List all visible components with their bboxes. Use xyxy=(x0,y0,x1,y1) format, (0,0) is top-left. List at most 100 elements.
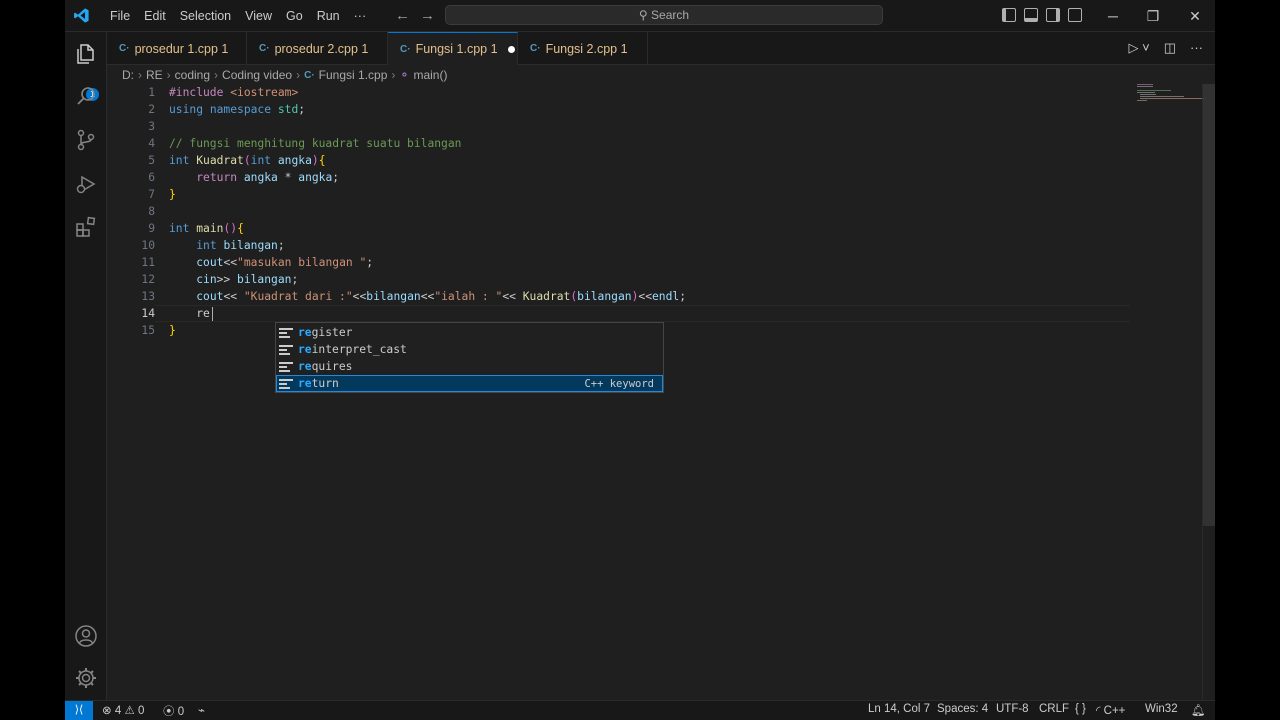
breadcrumb-item[interactable]: Fungsi 1.cpp xyxy=(319,68,388,82)
cursor-position[interactable]: Ln 14, Col 7 xyxy=(868,703,930,715)
keyword-icon xyxy=(279,344,293,355)
title-bar: File Edit Selection View Go Run ··· ←→ ⚲… xyxy=(65,0,1215,32)
command-center-search[interactable]: ⚲ Search xyxy=(445,5,883,25)
customize-layout-icon[interactable] xyxy=(1068,8,1082,22)
breadcrumb-item[interactable]: Coding video xyxy=(222,68,292,82)
broadcast-icon: ⦿ xyxy=(163,706,175,718)
keyword-icon xyxy=(279,361,293,372)
toggle-panel-icon[interactable] xyxy=(1024,8,1038,22)
vertical-scrollbar[interactable] xyxy=(1203,84,1215,526)
end-of-line[interactable]: CRLF xyxy=(1039,703,1069,715)
suggestion-item[interactable]: requires xyxy=(276,358,663,375)
menu-more[interactable]: ··· xyxy=(347,9,374,23)
line-number: 14 xyxy=(141,307,155,320)
menu-selection[interactable]: Selection xyxy=(173,9,238,23)
vscode-window: File Edit Selection View Go Run ··· ←→ ⚲… xyxy=(65,0,1215,720)
menu-view[interactable]: View xyxy=(238,9,279,23)
cpp-file-icon: C· xyxy=(119,43,130,54)
search-label: Search xyxy=(651,8,690,22)
nav-arrows: ←→ xyxy=(395,7,445,24)
live-share-icon[interactable]: ⌁ xyxy=(198,703,205,717)
keyword-icon xyxy=(279,378,293,389)
code-line: int main(){ xyxy=(169,222,244,235)
code-line: cin>> bilangan; xyxy=(196,273,299,286)
line-number: 15 xyxy=(141,324,155,337)
accounts-icon[interactable] xyxy=(74,624,98,648)
tab-prosedur-1[interactable]: C· prosedur 1.cpp 1 xyxy=(107,32,247,65)
tab-label: Fungsi 1.cpp 1 xyxy=(415,42,498,56)
encoding[interactable]: UTF-8 xyxy=(996,703,1029,715)
run-and-debug-icon[interactable] xyxy=(74,172,98,196)
extensions-icon[interactable] xyxy=(74,215,98,239)
tab-label: Fungsi 2.cpp 1 xyxy=(545,41,628,56)
unsaved-dot-icon[interactable] xyxy=(507,45,515,53)
run-file-icon[interactable]: ▷ ˅ xyxy=(1129,40,1150,56)
error-count: 4 xyxy=(114,705,122,717)
cpp-file-icon: C· xyxy=(304,69,315,81)
search-icon: ⚲ xyxy=(638,8,648,22)
current-line-highlight xyxy=(155,305,1130,322)
chevron-right-icon: › xyxy=(296,68,301,82)
language-mode[interactable]: ◜ C++ xyxy=(1096,703,1125,717)
editor-actions: ▷ ˅ ◫ ··· xyxy=(1129,40,1204,56)
problems-indicator[interactable]: ⊗ 4 ⚠ 0 xyxy=(102,703,144,717)
line-number: 4 xyxy=(148,137,155,150)
code-line: re xyxy=(169,307,210,320)
menu-run[interactable]: Run xyxy=(310,9,347,23)
tab-fungsi-1[interactable]: C· Fungsi 1.cpp 1 xyxy=(388,32,518,65)
notifications-bell-icon[interactable]: 🔔︎ xyxy=(1191,703,1206,717)
menu-go[interactable]: Go xyxy=(279,9,310,23)
line-number: 10 xyxy=(141,239,155,252)
forward-arrow-icon[interactable]: → xyxy=(420,7,445,24)
suggestion-item[interactable]: reinterpret_cast xyxy=(276,341,663,358)
status-bar: ⟩⟨ ⊗ 4 ⚠ 0 ⦿ 0 ⌁ Ln 14, Col 7 Spaces: 4 … xyxy=(65,700,1215,720)
breadcrumb-item[interactable]: coding xyxy=(175,68,210,82)
more-actions-icon[interactable]: ··· xyxy=(1190,40,1203,56)
indentation[interactable]: Spaces: 4 xyxy=(937,703,988,715)
menu-file[interactable]: File xyxy=(103,9,137,23)
cpp-file-icon: C· xyxy=(400,43,411,55)
braces-icon[interactable]: { } xyxy=(1075,703,1086,715)
close-window-icon[interactable]: ✕ xyxy=(1175,0,1215,32)
warning-icon: ⚠ xyxy=(124,705,135,717)
error-icon: ⊗ xyxy=(102,705,112,717)
breadcrumb-item[interactable]: main() xyxy=(413,68,447,82)
suggestion-item[interactable]: register xyxy=(276,324,663,341)
code-line: using namespace std; xyxy=(169,103,306,116)
tab-prosedur-2[interactable]: C· prosedur 2.cpp 1 xyxy=(247,32,388,65)
activity-bar: 1 xyxy=(65,32,107,700)
remote-indicator-icon[interactable]: ⟩⟨ xyxy=(65,701,93,720)
platform-config[interactable]: Win32 xyxy=(1145,703,1178,715)
language-status-icon: ◜ xyxy=(1096,705,1101,717)
tab-label: prosedur 1.cpp 1 xyxy=(134,41,229,56)
minimize-icon[interactable]: ─ xyxy=(1093,0,1133,32)
restore-icon[interactable]: ❐ xyxy=(1133,0,1173,32)
editor-tabs: C· prosedur 1.cpp 1 C· prosedur 2.cpp 1 … xyxy=(107,32,1215,65)
breadcrumb-item[interactable]: RE xyxy=(146,68,163,82)
line-number: 8 xyxy=(148,205,155,218)
breadcrumb: D: › RE › coding › Coding video › C· Fun… xyxy=(122,66,447,84)
minimap[interactable] xyxy=(1137,84,1207,104)
split-editor-icon[interactable]: ◫ xyxy=(1164,40,1176,56)
code-line: } xyxy=(169,324,176,337)
manage-gear-icon[interactable] xyxy=(74,666,98,690)
chevron-right-icon: › xyxy=(166,68,171,82)
breadcrumb-item[interactable]: D: xyxy=(122,68,134,82)
layout-controls xyxy=(1002,8,1082,22)
explorer-icon[interactable] xyxy=(74,42,98,66)
code-line: int bilangan; xyxy=(196,239,285,252)
line-number: 11 xyxy=(141,256,155,269)
suggest-widget[interactable]: register reinterpret_cast requires return C+… xyxy=(275,322,664,393)
line-number: 5 xyxy=(148,154,155,167)
code-line: } xyxy=(169,188,176,201)
search-icon[interactable] xyxy=(74,84,98,108)
toggle-secondary-sidebar-icon[interactable] xyxy=(1046,8,1060,22)
menu-edit[interactable]: Edit xyxy=(137,9,173,23)
back-arrow-icon[interactable]: ← xyxy=(395,7,420,24)
toggle-primary-sidebar-icon[interactable] xyxy=(1002,8,1016,22)
tab-fungsi-2[interactable]: C· Fungsi 2.cpp 1 xyxy=(518,32,648,65)
ports-indicator[interactable]: ⦿ 0 xyxy=(163,703,184,719)
code-line: return angka * angka; xyxy=(196,171,340,184)
source-control-icon[interactable] xyxy=(74,128,98,152)
suggestion-item[interactable]: return C++ keyword xyxy=(276,375,663,392)
